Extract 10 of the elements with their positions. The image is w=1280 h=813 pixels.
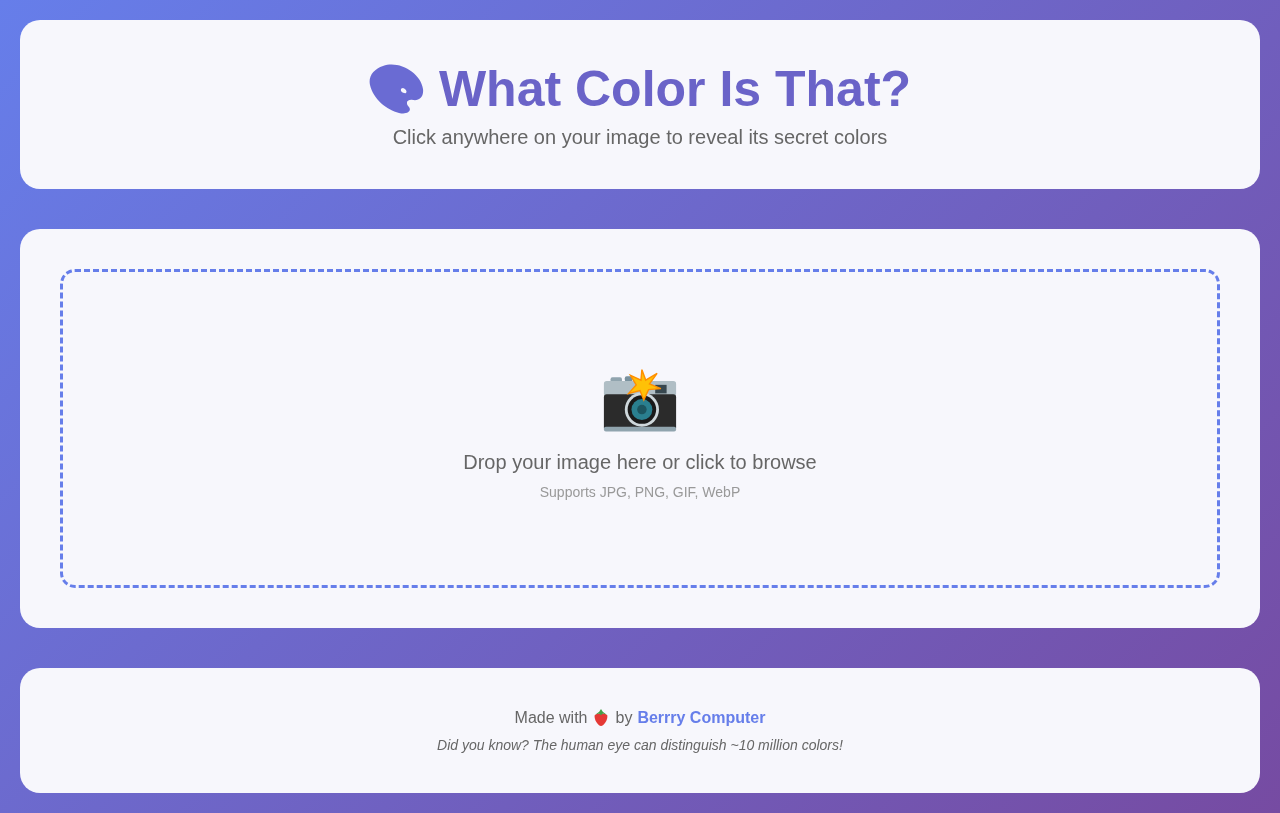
subtitle: Click anywhere on your image to reveal its secret colors	[392, 126, 888, 149]
drop-zone[interactable]: Drop your image here or click to browse Supports JPG, PNG, GIF, WebP	[60, 269, 1220, 588]
fun-fact: Did you know? The human eye can distinguish ~10 million colors!	[437, 736, 843, 753]
page-title: What Color Is That?	[438, 60, 912, 118]
author-link[interactable]: Berrry Computer	[637, 708, 766, 727]
supported-formats: Supports JPG, PNG, GIF, WebP	[539, 484, 741, 500]
by-text: by	[615, 708, 633, 727]
made-with-text: Made with	[514, 708, 588, 727]
palette-icon	[368, 63, 425, 115]
drop-prompt: Drop your image here or click to browse	[463, 451, 817, 474]
